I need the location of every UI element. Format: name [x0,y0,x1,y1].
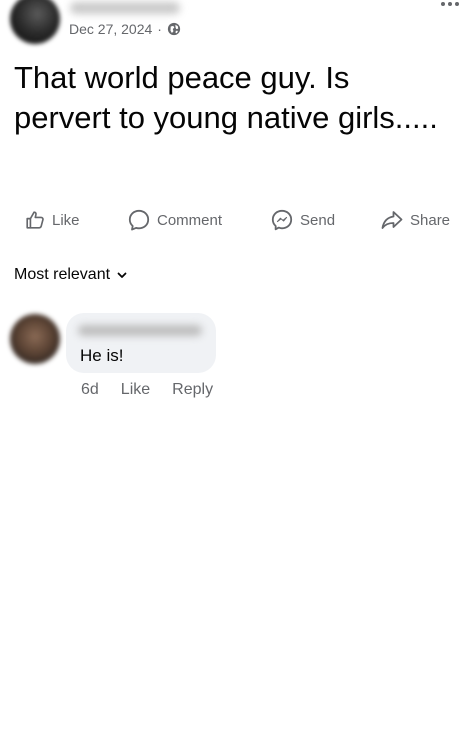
more-dot [441,2,445,6]
post-screen: Dec 27, 2024 · That world peace guy. Is … [0,0,474,738]
commenter-name-redacted[interactable] [78,325,202,336]
share-icon [381,211,403,229]
comment-icon [128,209,150,231]
like-label: Like [52,211,80,229]
comment-sort-dropdown[interactable]: Most relevant [14,266,128,284]
like-button[interactable]: Like [24,204,80,236]
comment-actions: 6d Like Reply [81,381,213,399]
author-name-redacted[interactable] [70,2,180,14]
comment-text: He is! [80,346,124,365]
send-button[interactable]: Send [270,204,335,236]
chevron-down-icon [117,272,127,278]
comment-like-button[interactable]: Like [121,381,150,399]
meta-separator: · [157,21,162,37]
post-text: That world peace guy. Is pervert to youn… [14,60,438,135]
commenter-avatar[interactable] [10,314,60,364]
messenger-icon [271,209,293,231]
share-button[interactable]: Share [380,204,450,236]
post-header: Dec 27, 2024 · [0,0,474,50]
thumbs-up-icon [26,211,44,229]
comment-button[interactable]: Comment [127,204,222,236]
author-avatar[interactable] [10,0,60,44]
more-options-icon[interactable] [436,0,464,12]
comment-bubble: He is! [66,313,216,373]
globe-icon [167,22,181,36]
comment-label: Comment [157,211,223,229]
sort-label: Most relevant [14,266,111,283]
post-date[interactable]: Dec 27, 2024 [69,21,152,37]
post-meta: Dec 27, 2024 · [69,21,181,37]
comment-reply-button[interactable]: Reply [172,381,213,399]
more-dot [455,2,459,6]
post-action-bar: Like Comment Send Share [0,204,474,236]
more-dot [448,2,452,6]
comment-age[interactable]: 6d [81,381,99,399]
send-label: Send [300,211,336,229]
share-label: Share [410,211,451,229]
